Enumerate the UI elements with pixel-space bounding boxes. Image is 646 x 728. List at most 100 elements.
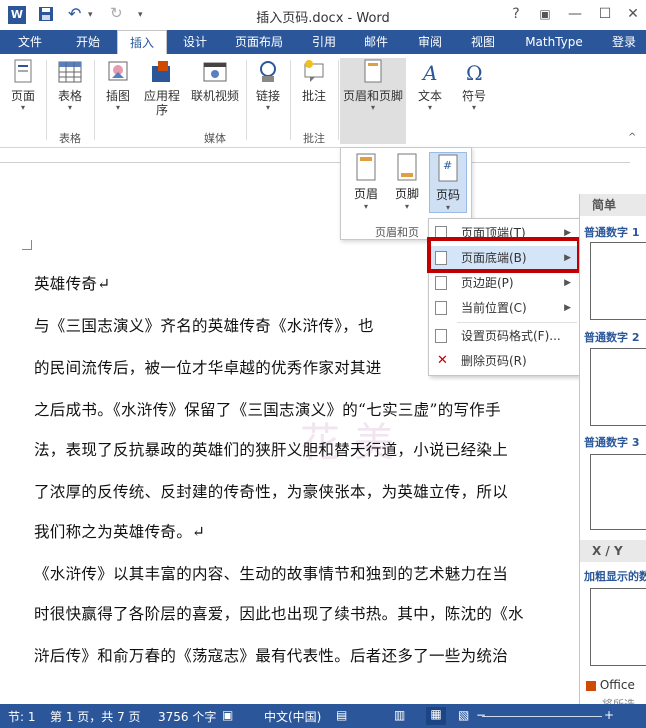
text-button[interactable]: A 文本 ▾ xyxy=(412,58,448,113)
group-separator xyxy=(246,60,247,140)
svg-text:Ω: Ω xyxy=(466,61,483,85)
header-button[interactable]: 页眉 ▾ xyxy=(347,152,385,211)
header-footer-group-label: 页眉和页 xyxy=(375,226,419,239)
chevron-down-icon: ▾ xyxy=(445,203,450,212)
page-number-label: 页码 xyxy=(435,188,460,202)
margin-marker xyxy=(22,240,32,250)
doc-line: 法，表现了反抗暴政的英雄们的狭肝义胆和替天行道，小说已经染上 xyxy=(34,441,509,459)
chevron-down-icon: ▾ xyxy=(363,202,368,211)
doc-line: 时很快赢得了各阶层的喜爱，因此也出现了续书热。其中，陈沈的《水 xyxy=(34,605,524,623)
gallery-item-label: 普通数字 2 xyxy=(584,331,640,344)
zoom-slider[interactable] xyxy=(482,716,602,717)
table-group-label: 表格 xyxy=(59,132,81,145)
close-button[interactable]: ✕ xyxy=(622,4,644,24)
doc-line: 浒后传》和俞万春的《荡寇志》最有代表性。后者还多了一些为统治 xyxy=(34,647,509,665)
menu-item-current-position[interactable]: 当前位置(C) ▶ xyxy=(429,296,579,320)
collapse-ribbon-icon[interactable]: ^ xyxy=(628,132,636,143)
table-icon xyxy=(56,58,84,86)
page-icon xyxy=(9,58,37,86)
page-margin-icon xyxy=(435,276,447,290)
chevron-down-icon: ▾ xyxy=(20,103,25,112)
illustrations-icon xyxy=(104,58,132,86)
page-top-edge xyxy=(0,162,630,163)
ribbon-tabs: 文件 开始 插入 设计 页面布局 引用 邮件 审阅 视图 MathType 登录 xyxy=(0,30,646,54)
header-label: 页眉 xyxy=(353,187,378,201)
illustrations-label: 插图 xyxy=(105,89,130,103)
proofing-icon[interactable]: ▣ xyxy=(222,708,233,722)
gallery-item-label: 加粗显示的数 xyxy=(584,570,646,583)
text-label: 文本 xyxy=(417,89,442,103)
tab-review[interactable]: 审阅 xyxy=(408,30,452,54)
page-indicator[interactable]: 第 1 页，共 7 页 xyxy=(50,708,141,725)
page-number-button[interactable]: # 页码 ▾ xyxy=(429,152,467,213)
pages-label: 页面 xyxy=(10,89,35,103)
more-from-office-item[interactable]: Office xyxy=(586,678,635,692)
zoom-out-icon[interactable]: − xyxy=(476,708,486,722)
zoom-in-icon[interactable]: + xyxy=(604,708,614,722)
doc-heading: 英雄传奇↵ xyxy=(34,275,111,293)
chevron-down-icon: ▾ xyxy=(115,103,120,112)
read-mode-icon[interactable]: ▥ xyxy=(394,708,405,722)
header-icon xyxy=(347,152,385,185)
gallery-item-bold-numbers[interactable] xyxy=(590,588,646,666)
restore-button[interactable]: ☐ xyxy=(594,4,616,24)
links-button[interactable]: 链接 ▾ xyxy=(250,58,286,113)
highlight-annotation-box xyxy=(427,237,581,273)
video-icon xyxy=(201,58,229,86)
group-separator xyxy=(290,60,291,140)
link-icon xyxy=(254,58,282,86)
tab-mailings[interactable]: 邮件 xyxy=(354,30,398,54)
gallery-item-plain-number-1[interactable] xyxy=(590,242,646,320)
comment-icon xyxy=(300,58,328,86)
menu-item-format-page-numbers[interactable]: 设置页码格式(F)... xyxy=(429,324,579,348)
print-layout-icon[interactable]: ▦ xyxy=(426,707,446,725)
gallery-item-plain-number-3[interactable] xyxy=(590,454,646,530)
minimize-button[interactable]: — xyxy=(564,4,586,24)
header-footer-icon xyxy=(359,58,387,86)
symbols-button[interactable]: Ω 符号 ▾ xyxy=(456,58,492,113)
tab-view[interactable]: 视图 xyxy=(460,30,506,54)
header-footer-button[interactable]: 页眉和页脚 ▾ xyxy=(340,58,406,144)
omega-icon: Ω xyxy=(460,58,488,86)
tab-references[interactable]: 引用 xyxy=(302,30,346,54)
footer-button[interactable]: 页脚 ▾ xyxy=(388,152,426,211)
tab-file[interactable]: 文件 xyxy=(0,30,60,54)
office-icon xyxy=(586,680,596,691)
doc-line: 了浓厚的反传统、反封建的传奇性，为豪侠张本，为英雄立传，所以 xyxy=(34,483,509,501)
tab-page-layout[interactable]: 页面布局 xyxy=(226,30,292,54)
ribbon-display-options-button[interactable]: ▣ xyxy=(534,4,556,24)
apps-button[interactable]: 应用程 序 xyxy=(142,58,182,117)
submenu-arrow-icon: ▶ xyxy=(564,278,571,288)
page-number-icon: # xyxy=(430,153,466,186)
current-position-icon xyxy=(435,301,447,315)
help-button[interactable]: ? xyxy=(505,4,527,24)
pages-button[interactable]: 页面 ▾ xyxy=(4,58,42,113)
online-video-label: 联机视频 xyxy=(190,89,239,103)
footer-icon xyxy=(388,152,426,185)
comment-button[interactable]: 批注 xyxy=(294,58,334,103)
table-button[interactable]: 表格 ▾ xyxy=(50,58,90,113)
group-separator xyxy=(46,60,47,140)
tab-insert[interactable]: 插入 xyxy=(117,30,167,54)
section-indicator[interactable]: 节: 1 xyxy=(8,708,36,725)
title-bar: W ↶ ▾ ↻ ▾ 插入页码.docx - Word ? ▣ — ☐ ✕ xyxy=(0,0,646,30)
web-layout-icon[interactable]: ▧ xyxy=(458,708,469,722)
tab-design[interactable]: 设计 xyxy=(172,30,218,54)
sign-in-link[interactable]: 登录 xyxy=(604,30,644,54)
apps-label: 应用程 序 xyxy=(143,89,180,117)
online-video-button[interactable]: 联机视频 xyxy=(188,58,242,103)
macro-icon[interactable]: ▤ xyxy=(336,708,347,722)
menu-item-label: 设置页码格式(F)... xyxy=(461,329,561,343)
illustrations-button[interactable]: 插图 ▾ xyxy=(98,58,138,113)
doc-line: 与《三国志演义》齐名的英雄传奇《水浒传》，也 xyxy=(34,317,374,335)
language-indicator[interactable]: 中文(中国) xyxy=(264,708,321,725)
gallery-item-plain-number-2[interactable] xyxy=(590,348,646,426)
tab-home[interactable]: 开始 xyxy=(64,30,112,54)
menu-item-remove-page-numbers[interactable]: ✕ 删除页码(R) xyxy=(429,349,579,373)
menu-item-page-margins[interactable]: 页边距(P) ▶ xyxy=(429,271,579,295)
menu-item-label: 页边距(P) xyxy=(461,276,514,290)
word-count[interactable]: 3756 个字 xyxy=(158,708,216,725)
table-label: 表格 xyxy=(57,89,82,103)
tab-mathtype[interactable]: MathType xyxy=(516,30,592,54)
svg-text:A: A xyxy=(421,61,437,85)
